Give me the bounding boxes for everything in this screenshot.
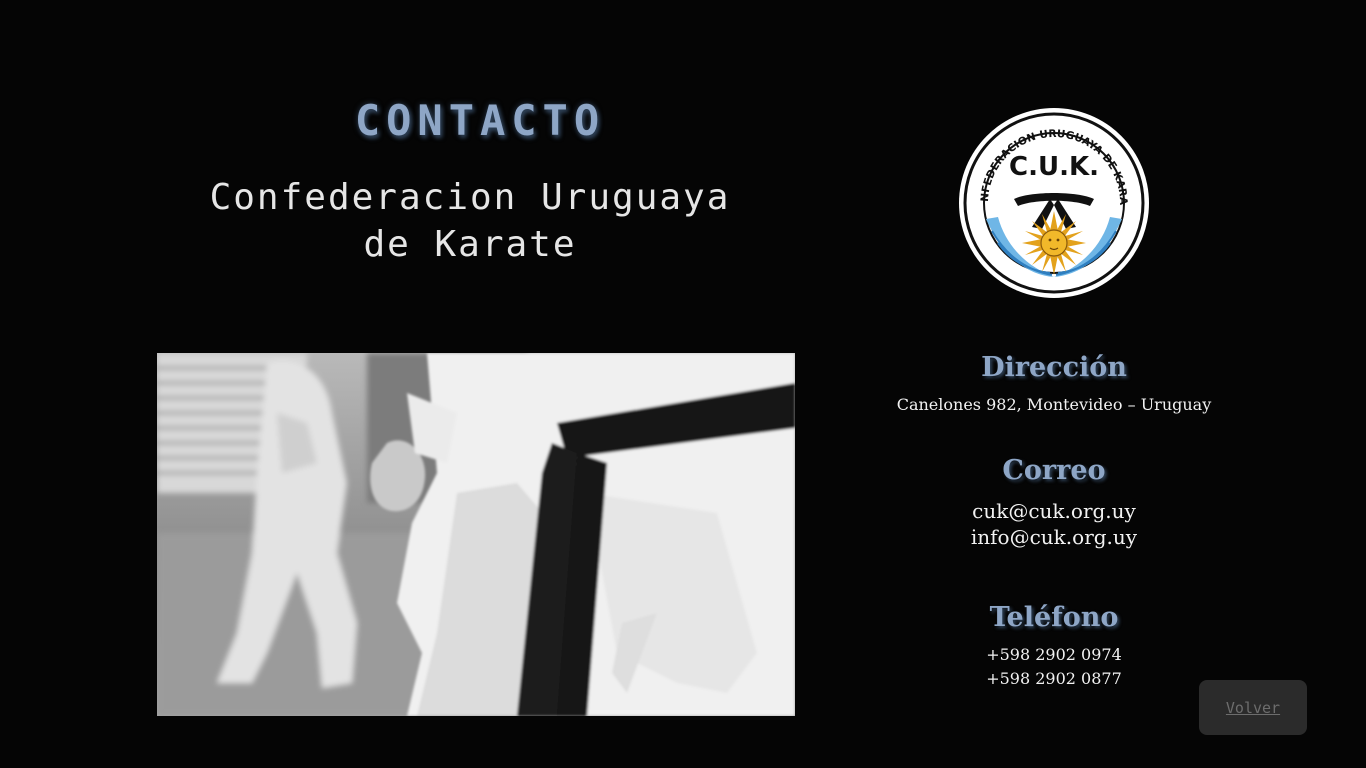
organization-name-line-2: de Karate (363, 224, 577, 265)
cuk-logo: CONFEDERACION URUGUAYA DE KARATE C.U.K. (954, 98, 1150, 299)
phone-section: Teléfono +598 2902 0974 +598 2902 0877 (880, 602, 1228, 691)
organization-name-line-1: Confederacion Uruguaya (209, 177, 731, 218)
email-link-2[interactable]: info@cuk.org.uy (880, 524, 1228, 550)
back-button[interactable]: Volver (1199, 680, 1307, 735)
karate-photo-illustration (157, 353, 795, 716)
email-link-1[interactable]: cuk@cuk.org.uy (880, 498, 1228, 524)
phone-number-2[interactable]: +598 2902 0877 (880, 667, 1228, 691)
phone-title: Teléfono (989, 602, 1119, 633)
logo-initials: C.U.K. (1009, 152, 1099, 182)
organization-name: Confederacion Uruguaya de Karate (180, 174, 760, 268)
email-section: Correo cuk@cuk.org.uy info@cuk.org.uy (880, 455, 1228, 550)
address-title: Dirección (981, 352, 1127, 383)
email-title: Correo (1002, 455, 1106, 486)
phone-number-1[interactable]: +598 2902 0974 (880, 643, 1228, 667)
karate-photo (157, 353, 795, 716)
cuk-logo-emblem: CONFEDERACION URUGUAYA DE KARATE C.U.K. (954, 98, 1149, 298)
page-title: CONTACTO (354, 96, 606, 145)
address-section: Dirección Canelones 982, Montevideo – Ur… (880, 352, 1228, 414)
address-value: Canelones 982, Montevideo – Uruguay (896, 395, 1212, 414)
